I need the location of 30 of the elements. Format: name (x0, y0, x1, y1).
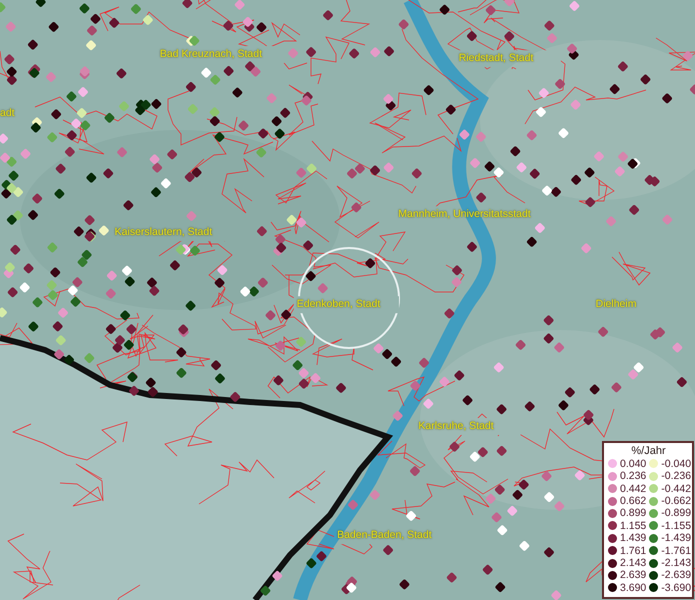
place-label: Edenkoben, Stadt (296, 298, 380, 310)
legend-value: 0.040 (620, 458, 646, 470)
legend-value: -2.143 (661, 557, 692, 570)
legend-value: -0.040 (661, 458, 692, 470)
legend-value: 0.899 (620, 507, 646, 520)
legend-value: 0.442 (620, 482, 646, 495)
legend-value: 2.143 (620, 557, 646, 570)
legend-value: -1.761 (661, 544, 692, 557)
place-label: Bad Kreuznach, Stadt (160, 48, 262, 60)
legend-value: 0.662 (620, 495, 646, 508)
place-label: Kaiserslautern, Stadt (114, 226, 212, 238)
legend-value: 3.690 (620, 582, 646, 594)
legend-value: -0.662 (661, 495, 692, 508)
place-label: Riedstadt, Stadt (458, 52, 534, 64)
legend-value: 1.761 (620, 544, 646, 557)
legend-value: -0.899 (661, 507, 692, 520)
place-label: adt (0, 106, 15, 119)
legend-value: -2.639 (661, 569, 692, 582)
legend-title: %/Jahr (630, 444, 667, 458)
legend-value: -1.439 (661, 532, 692, 544)
place-label: Dielheim (596, 298, 636, 310)
legend-value: -3.690 (661, 582, 692, 594)
legend-value: 0.236 (620, 470, 646, 482)
legend-value: -0.236 (661, 470, 692, 482)
legend-value: 1.439 (620, 532, 646, 544)
legend-value: -0.442 (661, 482, 692, 495)
legend-value: -1.155 (661, 520, 692, 532)
place-label: Karlsruhe, Stadt (418, 420, 494, 432)
legend-value: 1.155 (620, 520, 646, 532)
legend-value: 2.639 (620, 569, 646, 582)
